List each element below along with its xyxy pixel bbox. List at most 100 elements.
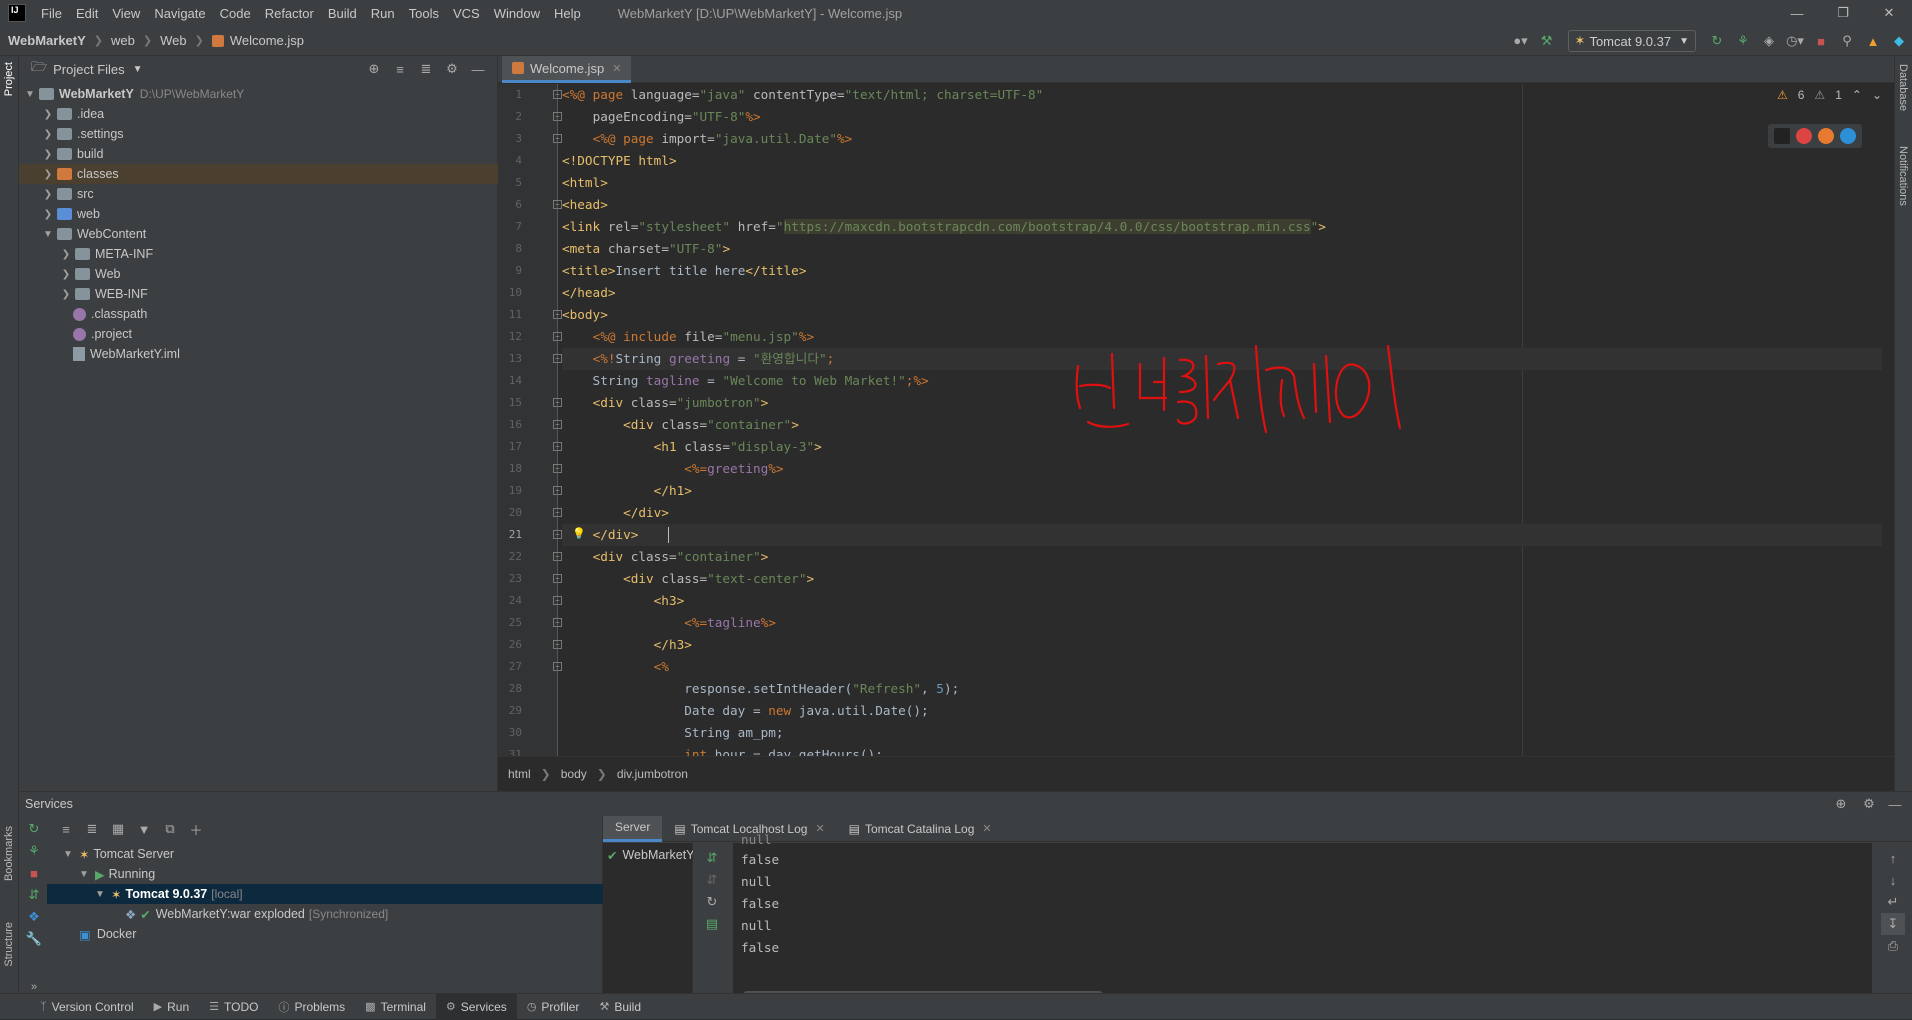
project-tool-button[interactable]: Project [3,62,15,96]
menu-code[interactable]: Code [213,6,258,21]
new-tab-icon[interactable]: ⧉ [158,818,182,840]
locate-icon[interactable]: ⊕ [362,58,386,80]
rerun-icon[interactable]: ↻ [22,818,46,840]
arrow-up-icon[interactable]: ↑ [1881,847,1905,869]
tree-item[interactable]: WebMarketY.iml [19,344,498,364]
stop-icon[interactable]: ■ [22,862,46,884]
plugin-icon[interactable]: ◆ [1887,30,1911,52]
restore-icon[interactable]: ❐ [1820,0,1866,26]
tab-catalina-log[interactable]: ▤ Tomcat Catalina Log ✕ [837,816,1004,842]
filter-icon[interactable]: ▼ [132,818,156,840]
notifications-tool-button[interactable]: Notifications [1897,146,1909,206]
search-icon[interactable]: ⚲ [1835,30,1859,52]
coverage-icon[interactable]: ◈ [1757,30,1781,52]
deploy-icon[interactable]: ⇵ [22,884,46,906]
fold-marker-icon[interactable]: − [553,508,562,517]
menu-navigate[interactable]: Navigate [147,6,212,21]
tree-item[interactable]: .project [19,324,498,344]
lightbulb-icon[interactable]: 💡 [572,527,586,540]
fold-marker-icon[interactable]: − [553,200,562,209]
fold-marker-icon[interactable]: − [553,332,562,341]
bookmarks-tool-button[interactable]: Bookmarks [3,826,15,881]
tree-item[interactable]: ❯ classes [19,164,498,184]
group-icon[interactable]: ▦ [106,818,130,840]
tab-build[interactable]: ⚒ Build [589,994,651,1020]
menu-file[interactable]: File [34,6,69,21]
deploy-icon[interactable]: ⇵ [700,847,724,869]
menu-vcs[interactable]: VCS [446,6,487,21]
chrome-icon[interactable] [1796,128,1812,144]
menu-view[interactable]: View [105,6,147,21]
intellij-browser-icon[interactable] [1774,128,1790,144]
breadcrumb-html[interactable]: html [508,767,531,781]
add-icon[interactable]: ＋ [184,818,208,840]
user-icon[interactable]: ●▾ [1509,30,1533,52]
tab-services[interactable]: ⚙ Services [435,993,517,1020]
close-tab-icon[interactable]: ✕ [815,822,824,835]
fold-marker-icon[interactable]: − [553,398,562,407]
close-tab-icon[interactable]: ✕ [612,62,621,75]
firefox-icon[interactable] [1818,128,1834,144]
wrench-icon[interactable]: 🔧 [22,928,46,950]
structure-tool-button[interactable]: Structure [3,922,15,967]
menu-help[interactable]: Help [547,6,588,21]
tree-item[interactable]: ❯ web [19,204,498,224]
arrow-down-icon[interactable]: ↓ [1881,869,1905,891]
fold-marker-icon[interactable]: − [553,310,562,319]
tab-profiler[interactable]: ◷ Profiler [517,994,590,1020]
print-icon[interactable]: ⎙ [1881,935,1905,957]
tab-server[interactable]: Server [603,815,663,842]
tree-item[interactable]: ❯ WEB-INF [19,284,498,304]
tree-item[interactable]: ❯ .settings [19,124,498,144]
debug-icon[interactable]: ⚘ [22,840,46,862]
fold-marker-icon[interactable]: − [553,596,562,605]
tree-root[interactable]: ▼ WebMarketY D:\UP\WebMarketY [19,84,498,104]
menu-build[interactable]: Build [321,6,364,21]
breadcrumb-web-folder[interactable]: Web [160,33,187,48]
rerun-icon[interactable]: ↻ [1705,30,1729,52]
menu-window[interactable]: Window [487,6,547,21]
collapse-all-icon[interactable]: ≣ [414,58,438,80]
menu-edit[interactable]: Edit [69,6,105,21]
tree-item[interactable]: ❯ src [19,184,498,204]
menu-tools[interactable]: Tools [402,6,446,21]
stop-icon[interactable]: ■ [1809,30,1833,52]
fold-marker-icon[interactable]: − [553,90,562,99]
minimize-icon[interactable]: — [1774,0,1820,26]
tree-item[interactable]: .classpath [19,304,498,324]
fold-marker-icon[interactable]: − [553,552,562,561]
tab-terminal[interactable]: ▩ Terminal [355,994,436,1020]
close-icon[interactable]: ✕ [1866,0,1912,26]
breadcrumb-body[interactable]: body [561,767,587,781]
tree-item[interactable]: ▼ WebContent [19,224,498,244]
menu-refactor[interactable]: Refactor [258,6,321,21]
breadcrumb-project[interactable]: WebMarketY [8,33,86,48]
project-view-select[interactable]: Project Files [53,62,125,77]
tab-problems[interactable]: ⓘ Problems [268,994,355,1020]
deployment-item[interactable]: ✔ WebMarketY: [603,845,693,865]
fold-marker-icon[interactable]: − [553,442,562,451]
debug-icon[interactable]: ⚘ [1731,30,1755,52]
fold-marker-icon[interactable]: − [553,662,562,671]
running-node[interactable]: ▼ ▶ Running [47,864,603,884]
update-icon[interactable]: ▤ [700,913,724,935]
expand-all-icon[interactable]: ≡ [388,58,412,80]
edge-icon[interactable] [1840,128,1856,144]
chevron-down-icon[interactable]: ⌄ [1872,88,1882,102]
gear-icon[interactable]: ⚙ [440,58,464,80]
tree-item[interactable]: ❯ .idea [19,104,498,124]
fold-marker-icon[interactable]: − [553,354,562,363]
fold-marker-icon[interactable]: − [553,530,562,539]
console-output[interactable]: null false null false null false [733,832,1873,1003]
hide-icon[interactable]: — [466,58,490,80]
tab-version-control[interactable]: ᛉ Version Control [30,994,144,1020]
chevron-up-icon[interactable]: ⌃ [1852,88,1862,102]
breadcrumb-web[interactable]: web [111,33,135,48]
artifact-icon[interactable]: ❖ [22,906,46,928]
tree-item[interactable]: ❯ Web [19,264,498,284]
hide-icon[interactable]: — [1883,793,1907,815]
expand-all-icon[interactable]: ≡ [54,818,78,840]
docker-node[interactable]: ▣ Docker [47,924,603,944]
fold-marker-icon[interactable]: − [553,618,562,627]
fold-marker-icon[interactable]: − [553,134,562,143]
